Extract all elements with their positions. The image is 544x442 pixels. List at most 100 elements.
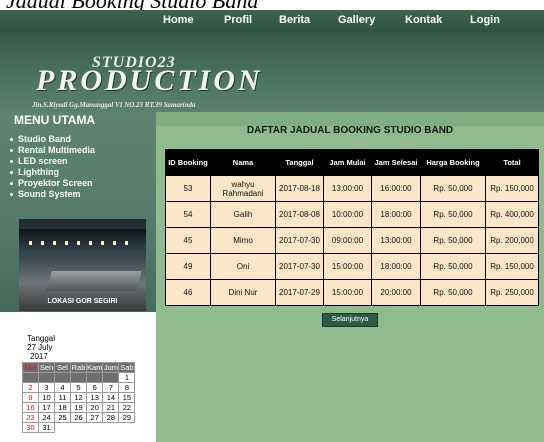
table-row: 49 Oni 2017-07-30 15:00:00 18:00:00 Rp. …: [165, 253, 539, 280]
table-title: DAFTAR JADUAL BOOKING STUDIO BAND: [246, 125, 454, 136]
cell-id: 49: [165, 253, 211, 280]
calendar-empty-cell: [22, 372, 39, 383]
cell-jam-mulai: 09:00:00: [323, 227, 372, 254]
cell-tanggal: 2017-07-30: [275, 253, 324, 280]
sidebar-item-led-screen[interactable]: LED screen: [10, 156, 95, 167]
calendar-day[interactable]: 18: [54, 402, 71, 413]
cell-nama: wahyu Rahmadani: [210, 175, 276, 202]
calendar-week: 16 17 18 19 20 21 22: [22, 402, 136, 413]
calendar-day[interactable]: 4: [54, 382, 71, 393]
calendar-day[interactable]: 25: [54, 412, 71, 423]
calendar-day[interactable]: 24: [38, 412, 55, 423]
calendar-empty-cell: [85, 372, 104, 383]
calendar-day[interactable]: 6: [85, 382, 104, 393]
calendar-day[interactable]: 27: [85, 412, 104, 423]
cell-jam-mulai: 15:00:00: [323, 279, 372, 306]
cell-harga: Rp. 50,000: [420, 175, 486, 202]
calendar-day[interactable]: 9: [22, 392, 39, 403]
calendar-day[interactable]: 7: [102, 382, 120, 393]
cell-tanggal: 2017-08-08: [275, 201, 324, 228]
table-row: 53 wahyu Rahmadani 2017-08-18 13:00:00 1…: [165, 175, 539, 202]
table-row: 54 Galih 2017-08-08 10:00:00 18:00:00 Rp…: [165, 201, 539, 228]
main-content-top: [156, 112, 544, 126]
calendar-label: Tanggal: [27, 334, 56, 343]
cell-harga: Rp. 50,000: [420, 227, 486, 254]
nav-profil[interactable]: Profil: [224, 14, 252, 26]
calendar-day[interactable]: 12: [70, 392, 87, 403]
calendar-day[interactable]: 10: [38, 392, 55, 403]
weekday-rab: Rab: [70, 362, 87, 373]
calendar-day[interactable]: 28: [102, 412, 120, 423]
sidebar-item-sound-system[interactable]: Sound System: [10, 189, 95, 200]
bullet-icon: [10, 160, 13, 164]
calendar-day[interactable]: 16: [22, 402, 39, 413]
weekday-kam: Kam: [85, 362, 104, 373]
col-jam-mulai: Jam Mulai: [323, 149, 372, 176]
weekday-sab: Sab: [118, 362, 136, 373]
stage-lights-graphic: [29, 241, 136, 245]
calendar-day[interactable]: 8: [118, 382, 136, 393]
cell-total: Rp. 250,000: [485, 279, 539, 306]
calendar-day[interactable]: 22: [118, 402, 136, 413]
cell-total: Rp. 400,000: [485, 201, 539, 228]
calendar-week: 23 24 25 26 27 28 29: [22, 412, 136, 423]
calendar-year: 2017: [30, 352, 48, 361]
cell-harga: Rp. 50,000: [420, 279, 486, 306]
weekday-jum: Jum: [102, 362, 120, 373]
cell-id: 53: [165, 175, 211, 202]
calendar-day[interactable]: 2: [22, 382, 39, 393]
calendar-date-label: Tanggal 27 July 2017: [27, 334, 55, 361]
nav-login[interactable]: Login: [470, 14, 500, 26]
menu-title: MENU UTAMA: [14, 113, 96, 127]
cell-id: 46: [165, 279, 211, 306]
calendar-day[interactable]: 14: [102, 392, 120, 403]
cell-jam-selesai: 18:00:00: [371, 201, 421, 228]
calendar-day[interactable]: 15: [118, 392, 136, 403]
venue-photo: LOKASI GOR SEGIRI: [19, 219, 146, 311]
calendar: Min Sen Sel Rab Kam Jum Sab 1 2 3 4 5 6 …: [22, 362, 136, 433]
cell-jam-selesai: 13:00:00: [371, 227, 421, 254]
sidebar-item-rental-multimedia[interactable]: Rental Multimedia: [10, 145, 95, 156]
cell-tanggal: 2017-08-18: [275, 175, 324, 202]
calendar-day[interactable]: 5: [70, 382, 87, 393]
cell-id: 54: [165, 201, 211, 228]
calendar-day[interactable]: 23: [22, 412, 39, 423]
nav-kontak[interactable]: Kontak: [405, 14, 442, 26]
calendar-day[interactable]: 21: [102, 402, 120, 413]
cell-nama: Dini Nur: [210, 279, 276, 306]
calendar-day[interactable]: 19: [70, 402, 87, 413]
calendar-day[interactable]: 17: [38, 402, 55, 413]
calendar-day[interactable]: 30: [22, 422, 39, 433]
calendar-day-month: 27 July: [27, 343, 53, 352]
next-button[interactable]: Selanjutnya: [322, 313, 378, 327]
calendar-empty-cell: [102, 372, 120, 383]
calendar-week: 1: [22, 372, 136, 383]
booking-table: ID Booking Nama Tanggal Jam Mulai Jam Se…: [165, 149, 539, 306]
calendar-day[interactable]: 31: [38, 422, 55, 433]
logo-production-text: PRODUCTION: [36, 64, 263, 97]
calendar-day[interactable]: 13: [85, 392, 104, 403]
sidebar-item-proyektor-screen[interactable]: Proyektor Screen: [10, 178, 95, 189]
table-row: 45 Mimo 2017-07-30 09:00:00 13:00:00 Rp.…: [165, 227, 539, 254]
weekday-sen: Sen: [38, 362, 55, 373]
cell-jam-mulai: 13:00:00: [323, 175, 372, 202]
bullet-icon: [10, 193, 13, 197]
calendar-empty-cell: [70, 372, 87, 383]
col-jam-selesai: Jam Selesai: [371, 149, 421, 176]
nav-berita[interactable]: Berita: [279, 14, 310, 26]
calendar-day[interactable]: 20: [85, 402, 104, 413]
cell-total: Rp. 200,000: [485, 227, 539, 254]
nav-home[interactable]: Home: [163, 14, 194, 26]
cell-nama: Oni: [210, 253, 276, 280]
calendar-day[interactable]: 1: [118, 372, 136, 383]
calendar-day[interactable]: 3: [38, 382, 55, 393]
calendar-day[interactable]: 11: [54, 392, 71, 403]
sidebar-item-studio-band[interactable]: Studio Band: [10, 134, 95, 145]
cell-harga: Rp. 50,000: [420, 253, 486, 280]
calendar-day[interactable]: 26: [70, 412, 87, 423]
nav-gallery[interactable]: Gallery: [338, 14, 375, 26]
calendar-empty-cell: [38, 372, 55, 383]
calendar-day[interactable]: 29: [118, 412, 136, 423]
logo-address: Jln.S.Riyadi Gg.Manunggal VI NO.23 RT.39…: [32, 101, 196, 109]
sidebar-item-lighthing[interactable]: Lighthing: [10, 167, 95, 178]
